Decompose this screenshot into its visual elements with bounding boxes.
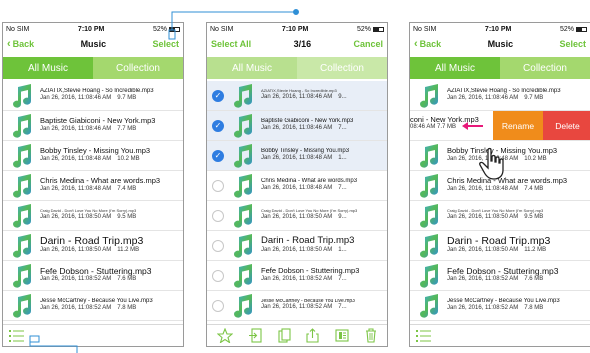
- callout-connector: [29, 9, 299, 353]
